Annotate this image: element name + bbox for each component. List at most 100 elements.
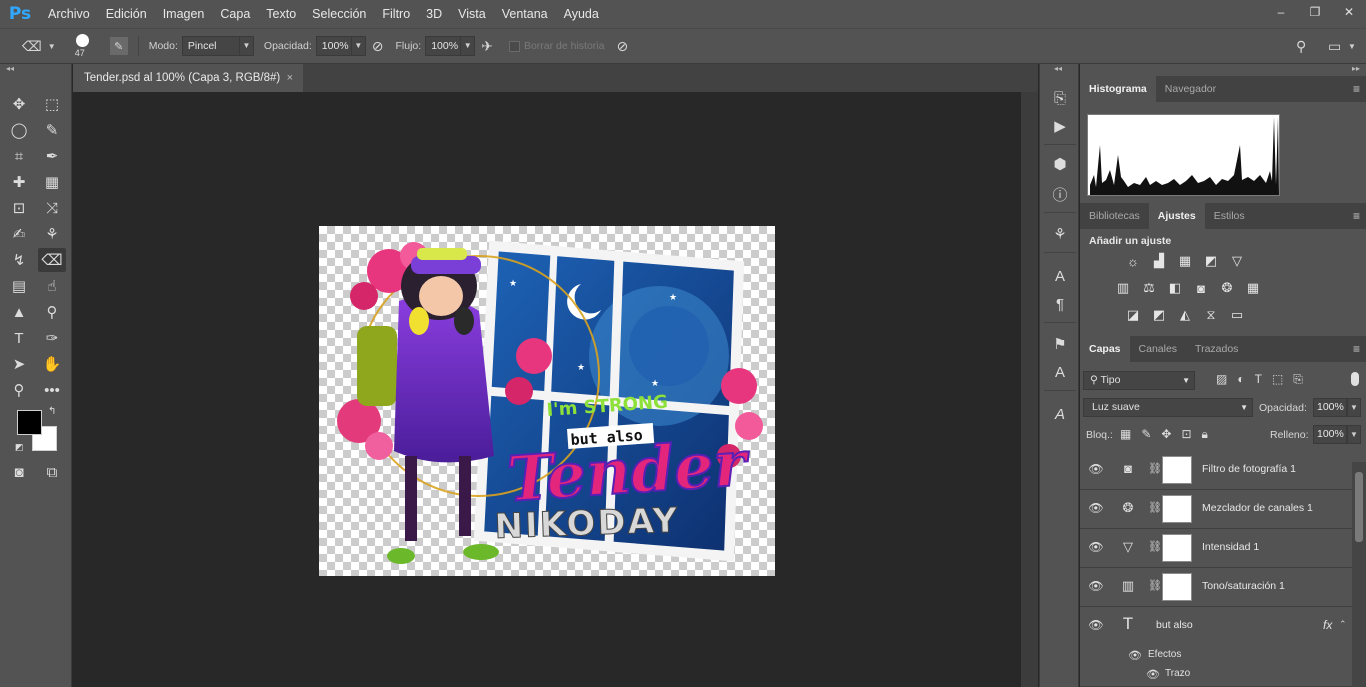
effects-eye-icon[interactable]: 👁︎ <box>1128 649 1142 662</box>
selective-color-icon[interactable]: ⧖ <box>1202 306 1220 324</box>
minimize-button[interactable]: – <box>1264 0 1298 24</box>
hand-tool-icon[interactable]: ✋ <box>38 352 66 376</box>
glyphs-panel-icon[interactable]: A <box>1048 402 1072 426</box>
more-tools-icon[interactable]: ••• <box>38 378 66 402</box>
layer-row[interactable]: 👁︎ ❂ ⛓︎ Mezclador de canales 1 <box>1080 490 1352 529</box>
clone-stamp-tool-icon[interactable]: ⚘ <box>38 222 66 246</box>
menu-ayuda[interactable]: Ayuda <box>556 0 607 28</box>
collapse-panel-icon[interactable]: ◂◂ <box>6 64 14 73</box>
collapse-panel-icon[interactable]: ▸▸ <box>1352 64 1360 73</box>
invert-icon[interactable]: ◪ <box>1124 306 1142 324</box>
menu-filtro[interactable]: Filtro <box>374 0 418 28</box>
visibility-eye-icon[interactable]: 👁︎ <box>1088 462 1104 478</box>
fill-input[interactable]: 100% <box>1313 425 1347 444</box>
smart-object-filter-icon[interactable]: ⎘ <box>1293 372 1303 387</box>
curves-icon[interactable]: ▦ <box>1176 252 1194 270</box>
search-icon[interactable]: ⚲ <box>1296 38 1306 55</box>
visibility-eye-icon[interactable]: 👁︎ <box>1088 501 1104 517</box>
link-icon[interactable]: ⛓︎ <box>1148 501 1162 514</box>
type-tool-icon[interactable]: T <box>5 326 33 350</box>
foreground-color-swatch[interactable] <box>17 410 42 435</box>
layer-opacity-input[interactable]: 100% <box>1313 398 1347 417</box>
canvas-vertical-scrollbar[interactable] <box>1021 92 1038 687</box>
vibrance-icon[interactable]: ▽ <box>1228 252 1246 270</box>
zoom-tool-icon[interactable]: ⚲ <box>5 378 33 402</box>
content-aware-move-icon[interactable]: ⤨ <box>38 196 66 220</box>
panel-menu-icon[interactable]: ≡ <box>1353 76 1360 102</box>
history-panel-icon[interactable]: ⎘ <box>1048 86 1072 110</box>
workspace-icon[interactable]: ▭ <box>1328 38 1341 55</box>
link-icon[interactable]: ⛓︎ <box>1148 462 1162 475</box>
visibility-eye-icon[interactable]: 👁︎ <box>1088 618 1104 634</box>
stroke-eye-icon[interactable]: 👁︎ <box>1146 668 1160 681</box>
tab-channels[interactable]: Canales <box>1130 336 1187 362</box>
fx-badge[interactable]: fx <box>1323 618 1332 632</box>
document-canvas[interactable]: ★ ★ ★ ★ ★ <box>319 226 775 576</box>
shape-filter-icon[interactable]: ⬚ <box>1272 372 1283 387</box>
eraser-tool-preset-icon[interactable]: ⌫ <box>22 38 42 55</box>
canvas-area[interactable]: ★ ★ ★ ★ ★ <box>73 92 1021 687</box>
tab-navigator[interactable]: Navegador <box>1156 76 1225 102</box>
tab-styles[interactable]: Estilos <box>1205 203 1254 229</box>
color-lookup-icon[interactable]: ▦ <box>1244 279 1262 297</box>
character-panel-icon[interactable]: A <box>1048 264 1072 288</box>
move-tool-icon[interactable]: ✥ <box>5 92 33 116</box>
menu-3d[interactable]: 3D <box>418 0 450 28</box>
layer-name[interactable]: Tono/saturación 1 <box>1202 580 1285 592</box>
screen-mode-icon[interactable]: ⧉ <box>38 460 66 484</box>
menu-texto[interactable]: Texto <box>258 0 304 28</box>
menu-capa[interactable]: Capa <box>212 0 258 28</box>
visibility-eye-icon[interactable]: 👁︎ <box>1088 540 1104 556</box>
brightness-contrast-icon[interactable]: ☼ <box>1124 252 1142 270</box>
close-window-button[interactable]: ✕ <box>1332 0 1366 24</box>
menu-imagen[interactable]: Imagen <box>155 0 213 28</box>
lock-all-icon[interactable]: 🔒︎ <box>1202 427 1208 442</box>
layer-mask-thumbnail[interactable] <box>1162 456 1192 484</box>
tab-adjustments[interactable]: Ajustes <box>1148 203 1205 229</box>
quick-selection-tool-icon[interactable]: ✎ <box>38 118 66 142</box>
chevron-down-icon[interactable]: ▼ <box>239 36 254 56</box>
filter-toggle[interactable] <box>1351 372 1359 386</box>
layer-name[interactable]: Intensidad 1 <box>1202 541 1259 553</box>
clone-source-panel-icon[interactable]: ⚘ <box>1048 222 1072 246</box>
lock-transparency-icon[interactable]: ▦ <box>1120 427 1131 442</box>
brush-tool-icon[interactable]: ✍ <box>5 222 33 246</box>
marquee-tool-icon[interactable]: ⬚ <box>38 92 66 116</box>
path-selection-tool-icon[interactable]: ➤ <box>5 352 33 376</box>
actions-panel-icon[interactable]: ▶ <box>1048 114 1072 138</box>
lock-position-icon[interactable]: ✥ <box>1161 427 1171 442</box>
chevron-down-icon[interactable]: ▼ <box>461 36 476 56</box>
tab-layers[interactable]: Capas <box>1080 336 1130 362</box>
collapse-panel-icon[interactable]: ◂◂ <box>1054 64 1062 73</box>
layer-name[interactable]: Mezclador de canales 1 <box>1202 502 1313 514</box>
layer-row[interactable]: 👁︎ ▥ ⛓︎ Tono/saturación 1 <box>1080 568 1352 607</box>
brush-settings-icon[interactable]: ✎ <box>109 37 128 55</box>
layer-row[interactable]: 👁︎ ▽ ⛓︎ Intensidad 1 <box>1080 529 1352 568</box>
lasso-tool-icon[interactable]: ◯ <box>5 118 33 142</box>
dodge-tool-icon[interactable]: ⚲ <box>38 300 66 324</box>
frame-tool-icon[interactable]: ⊡ <box>5 196 33 220</box>
eyedropper-tool-icon[interactable]: ✒ <box>38 144 66 168</box>
default-colors-icon[interactable]: ◩ <box>15 442 24 453</box>
image-filter-icon[interactable]: ▨ <box>1216 372 1227 387</box>
paragraph-styles-panel-icon[interactable]: ⚑ <box>1048 332 1072 356</box>
panel-menu-icon[interactable]: ≡ <box>1353 336 1360 362</box>
link-icon[interactable]: ⛓︎ <box>1148 579 1162 592</box>
gradient-map-icon[interactable]: ▭ <box>1228 306 1246 324</box>
exposure-icon[interactable]: ◩ <box>1202 252 1220 270</box>
opacity-input[interactable]: 100% <box>315 36 352 56</box>
tool-preset-dropdown-icon[interactable]: ▼ <box>48 42 56 51</box>
eraser-tool-icon[interactable]: ⌫ <box>38 248 66 272</box>
adjustment-filter-icon[interactable]: ◐ <box>1237 372 1244 387</box>
scrollbar-thumb[interactable] <box>1355 472 1363 542</box>
restore-button[interactable]: ❐ <box>1298 0 1332 24</box>
visibility-eye-icon[interactable]: 👁︎ <box>1088 579 1104 595</box>
levels-icon[interactable]: ▟ <box>1150 252 1168 270</box>
brush-preset-picker[interactable]: 47 <box>70 31 96 61</box>
tab-histogram[interactable]: Histograma <box>1080 76 1156 102</box>
type-filter-icon[interactable]: T <box>1255 372 1262 387</box>
gradient-tool-icon[interactable]: ▤ <box>5 274 33 298</box>
lock-artboard-icon[interactable]: ⊡ <box>1181 427 1191 442</box>
layer-row[interactable]: 👁︎ T but also fx ⌃ 👁︎ Efectos 👁︎ Trazo <box>1080 607 1352 687</box>
crop-tool-icon[interactable]: ⌗ <box>5 144 33 168</box>
